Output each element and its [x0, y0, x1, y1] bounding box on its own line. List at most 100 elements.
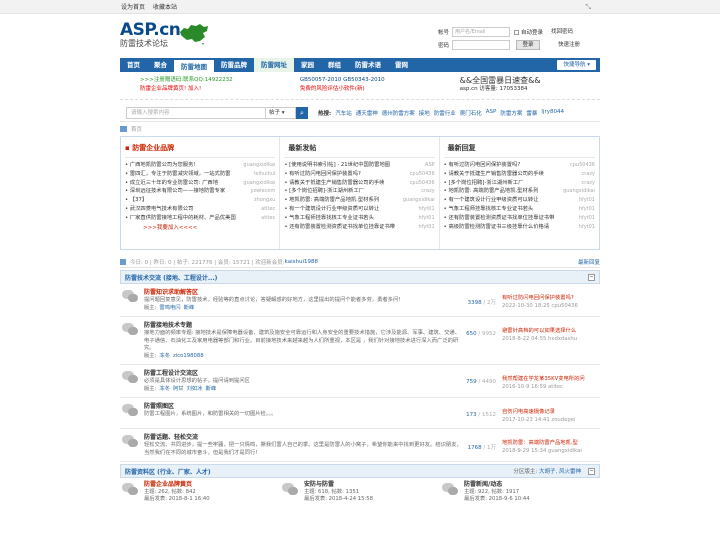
ad-qq-link[interactable]: >>>注册赠语码:联系QQ:14922232: [140, 76, 280, 85]
list-item[interactable]: • [使用说明书索引帖] - 21世纪中国防雷地图 ASP: [284, 161, 434, 170]
list-item-title[interactable]: • 【37】: [125, 196, 147, 205]
list-item-author[interactable]: hfyt01: [419, 223, 435, 232]
hot-item[interactable]: 雷暴: [526, 109, 537, 117]
list-item-author[interactable]: ASP: [425, 161, 435, 170]
list-item-title[interactable]: • 气象工程师挂靠找核工专业证书若头: [444, 205, 534, 214]
moderator-link[interactable]: zico198088: [173, 353, 204, 359]
list-item[interactable]: • 有一个建筑设计行业甲级资质可以转让 hfyt01: [444, 196, 595, 205]
moderator-link[interactable]: 刘如冰: [187, 386, 203, 392]
collapse-icon[interactable]: −: [588, 468, 595, 475]
hot-item[interactable]: 通天雷神: [356, 109, 378, 117]
ad-standards-link[interactable]: GB50057-2010 GB50343-2010: [300, 76, 440, 85]
last-post-title[interactable]: 避雷针高档的可以如果选择什么: [502, 327, 600, 335]
group-tech-title[interactable]: 防雷技术交流 (接地、工程设计...): [125, 273, 217, 282]
list-item-title[interactable]: • 还有防雷装置检测资质证书找单位挂靠证书带: [444, 214, 555, 223]
hot-item[interactable]: 汽车站: [335, 109, 352, 117]
list-item-author[interactable]: hfyt01: [579, 223, 595, 232]
hot-item[interactable]: 德州防雷方案: [382, 109, 415, 117]
list-item-author[interactable]: zhongxu: [254, 196, 275, 205]
list-item-author[interactable]: atitec: [261, 214, 275, 223]
password-input[interactable]: [452, 40, 510, 50]
list-item-title[interactable]: • 厂家直供防雷接地工程中的耗材、产品优美国: [125, 214, 236, 223]
list-item-author[interactable]: crazy: [582, 179, 595, 188]
list-item-title[interactable]: • 有听过防闪电回问保护装置吗?: [284, 170, 360, 179]
list-item[interactable]: • 广西地凯防雷公司为您服务! guangxidikai: [125, 161, 275, 170]
list-item-author[interactable]: guangxidikai: [243, 179, 275, 188]
list-item-title[interactable]: • 有一个建筑设计行业甲级资质可以转让: [444, 196, 539, 205]
login-button[interactable]: 登录: [516, 40, 540, 50]
bookmark-link[interactable]: 收藏本站: [153, 2, 177, 11]
list-item[interactable]: • 厂家直供防雷接地工程中的耗材、产品优美国 atitec: [125, 214, 275, 223]
list-item-author[interactable]: hfyt01: [419, 214, 435, 223]
list-item[interactable]: • [多个岗位招聘]-浙江湖州新工厂 crazy: [444, 179, 595, 188]
moderator-link[interactable]: 阿甘: [173, 386, 184, 392]
set-home-link[interactable]: 设为首页: [121, 2, 145, 11]
auto-login-checkbox[interactable]: 自动登录: [514, 28, 543, 36]
list-item-author[interactable]: yzwlecom: [251, 187, 276, 196]
moderator-link[interactable]: 雷鸣电闪: [159, 305, 180, 311]
moderator-link[interactable]: 斯峰: [206, 386, 217, 392]
search-input[interactable]: 请输入搜索内容: [126, 106, 266, 119]
list-item-author[interactable]: leihuihui: [254, 170, 275, 179]
list-item-title[interactable]: • 广西地凯防雷公司为您服务!: [125, 161, 196, 170]
list-item[interactable]: • 气象工程师挂靠找核工专业证书若头 hfyt01: [284, 214, 434, 223]
nav-item-home[interactable]: 首页: [120, 58, 147, 72]
list-item[interactable]: • 有一个建筑设计行业甲级资质可以转让 hfyt01: [284, 205, 434, 214]
list-item[interactable]: • 请教关于抵建生产销售防雷器公司的手续 cpu50436: [284, 179, 434, 188]
list-item-title[interactable]: • 有听过防闪电回问保护装置吗?: [444, 161, 520, 170]
nav-item-groups[interactable]: 群组: [321, 58, 348, 72]
register-link[interactable]: 快速注册: [558, 39, 580, 51]
list-item-title[interactable]: • 有一个建筑设计行业甲级资质可以转让: [284, 205, 379, 214]
ad-risk-tool[interactable]: 免费的风险评估小软件(新): [300, 85, 440, 94]
moderator-link[interactable]: 冻冬: [159, 353, 170, 359]
list-item-title[interactable]: • 地凯防雷: 高端防雷产品地凯.型材系列: [284, 196, 379, 205]
nav-item-terms[interactable]: 防雷术语: [348, 58, 388, 72]
ad-thunder-days[interactable]: &&全国雷暴日速查&&: [460, 76, 600, 85]
list-item-title[interactable]: • 气象工程师挂靠找核工专业证书若头: [284, 214, 374, 223]
list-item[interactable]: • 气象工程师挂靠找核工专业证书若头 hfyt01: [444, 205, 595, 214]
list-item-title[interactable]: • 成立近三十年的专业防雷公司: 广西地: [125, 179, 218, 188]
group-resources-title[interactable]: 防雷资料区 (行业、厂家、人才): [125, 467, 211, 476]
nav-item-home-space[interactable]: 家园: [294, 58, 321, 72]
list-item-title[interactable]: • 请教关于抵建生产销售防雷器公司的手续: [284, 179, 384, 188]
hot-item[interactable]: ljry8044: [541, 109, 564, 117]
last-post-title[interactable]: 自伤闪电高速摄像记录: [502, 408, 600, 416]
list-item[interactable]: • 有听过防闪电回问保护装置吗? cpu50436: [284, 170, 434, 179]
hot-item[interactable]: 防雷行业: [434, 109, 456, 117]
list-item[interactable]: • 雷四汇，专注于防雷减灾领域，一站式防雷 leihuihui: [125, 170, 275, 179]
nav-item-brands[interactable]: 防雷品牌: [214, 58, 254, 72]
list-item-author[interactable]: guangxidikai: [563, 187, 595, 196]
join-brand-link[interactable]: >>>我要加入<<<<: [143, 223, 275, 231]
list-item-author[interactable]: guangxidikai: [243, 161, 275, 170]
list-item-author[interactable]: hfyt01: [579, 214, 595, 223]
moderator-link[interactable]: 斯峰: [184, 305, 195, 311]
account-input[interactable]: 用户名/Email: [452, 27, 510, 37]
home-icon[interactable]: [120, 126, 127, 132]
list-item[interactable]: • 有听过防闪电回问保护装置吗? cpu50436: [444, 161, 595, 170]
list-item-author[interactable]: crazy: [582, 170, 595, 179]
list-item[interactable]: • 还有防雷装置检测资质证书找单位挂靠证书带 hfyt01: [444, 214, 595, 223]
forum-name[interactable]: 防雷话题、轻松交流: [144, 433, 462, 442]
list-item[interactable]: • 成立近三十年的专业防雷公司: 广西地 guangxidikai: [125, 179, 275, 188]
resource-card[interactable]: 安防与防雷 主题: 618, 帖数: 1351 最后发表: 2018-4-24 15…: [280, 481, 440, 503]
list-item-title[interactable]: • 请教关于抵建生产销售防雷器公司的手续: [444, 170, 544, 179]
list-item-author[interactable]: guangxidikai: [403, 196, 435, 205]
last-post-title[interactable]: 我然帮建在学龙某35KV变电所的问: [502, 375, 600, 383]
resource-card[interactable]: 防雷新闻/动态 主题: 922, 帖数: 1917 最后发表: 2018-9-6 1…: [440, 481, 600, 503]
hot-item[interactable]: 接地: [419, 109, 430, 117]
list-item[interactable]: • 还有防雷装置检测资质证书找单位挂靠证书带 hfyt01: [284, 223, 434, 232]
list-item-title[interactable]: • 武汉四菱电气技术有限公司: [125, 205, 193, 214]
list-item[interactable]: • 高级防雷检测防雷证书三级挂靠什么价格请 hfyt01: [444, 223, 595, 232]
list-item[interactable]: • 请教关于抵建生产销售防雷器公司的手续 crazy: [444, 170, 595, 179]
hot-item[interactable]: 防雷方案: [500, 109, 522, 117]
list-item-author[interactable]: cpu50436: [570, 161, 595, 170]
list-item-author[interactable]: hfyt01: [579, 205, 595, 214]
moderator-link[interactable]: 冻冬: [159, 386, 170, 392]
list-item-title[interactable]: • [多个岗位招聘]-浙江湖州新工厂: [284, 187, 364, 196]
latest-reply-link[interactable]: 最新回复: [578, 258, 600, 266]
list-item[interactable]: • 【37】 zhongxu: [125, 196, 275, 205]
list-item[interactable]: • [多个岗位招聘]-浙江湖州新工厂 crazy: [284, 187, 434, 196]
list-item-title[interactable]: • [多个岗位招聘]-浙江湖州新工厂: [444, 179, 524, 188]
list-item-author[interactable]: hfyt01: [419, 205, 435, 214]
forum-name[interactable]: 防雷照图区: [144, 402, 462, 411]
